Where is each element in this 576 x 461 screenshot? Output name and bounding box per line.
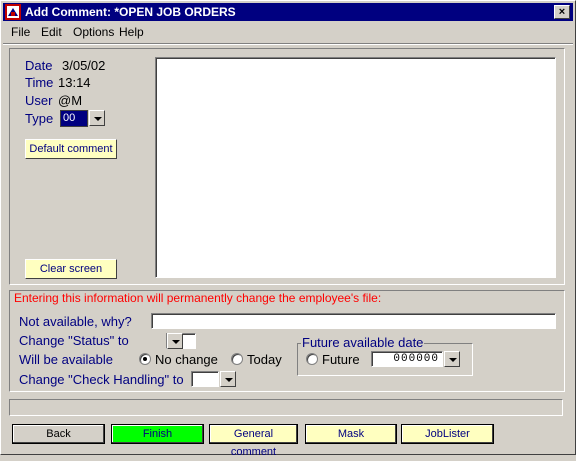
future-date-input[interactable]: 000000 [371,351,443,367]
today-label: Today [247,352,282,367]
date-value: 3/05/02 [62,58,106,73]
future-radio[interactable] [306,353,318,365]
not-available-input[interactable] [151,313,556,329]
will-be-available-label: Will be available [19,352,113,367]
type-select-value: 00 [60,110,88,127]
finish-button[interactable]: Finish [111,424,204,444]
type-select[interactable]: 00 [60,110,106,127]
title-bar: Add Comment: *OPEN JOB ORDERS × [3,3,573,21]
user-value: @M [58,93,83,108]
future-date-group-title: Future available date [301,335,425,350]
general-comment-button[interactable]: General comment [209,424,298,458]
close-button[interactable]: × [554,5,570,19]
menu-separator [3,43,573,45]
warning-message: Entering this information will permanent… [13,291,383,305]
check-handling-label: Change "Check Handling" to [19,372,184,387]
future-label: Future [322,352,360,367]
close-icon: × [558,6,566,18]
today-radio[interactable] [231,353,243,365]
chevron-down-icon[interactable] [167,333,183,349]
time-label: Time [25,75,54,90]
no-change-label: No change [155,352,218,367]
no-change-radio[interactable] [139,353,151,365]
chevron-down-icon[interactable] [220,371,236,387]
back-button[interactable]: Back [12,424,105,444]
time-value: 13:14 [58,75,91,90]
type-label: Type [25,111,54,126]
chevron-down-icon[interactable] [444,351,460,367]
menu-bar: File Edit Options Help [3,22,573,42]
clear-screen-button[interactable]: Clear screen [25,259,117,279]
add-comment-window: Add Comment: *OPEN JOB ORDERS × File Edi… [0,0,576,458]
user-label: User [25,93,53,108]
menu-file[interactable]: File [11,25,30,39]
date-label: Date [25,58,53,73]
window-title: Add Comment: *OPEN JOB ORDERS [25,5,236,19]
menu-edit[interactable]: Edit [41,25,62,39]
comment-textarea[interactable] [155,57,556,278]
joblister-button[interactable]: JobLister [401,424,494,444]
menu-help[interactable]: Help [119,25,144,39]
mask-button[interactable]: Mask [305,424,397,444]
chevron-down-icon[interactable] [89,110,105,126]
check-handling-select[interactable] [191,371,219,387]
menu-options[interactable]: Options [73,25,114,39]
app-icon [5,4,21,20]
change-status-label: Change "Status" to [19,333,129,348]
not-available-label: Not available, why? [19,314,132,329]
status-bar [9,399,563,416]
default-comment-button[interactable]: Default comment [25,139,117,159]
